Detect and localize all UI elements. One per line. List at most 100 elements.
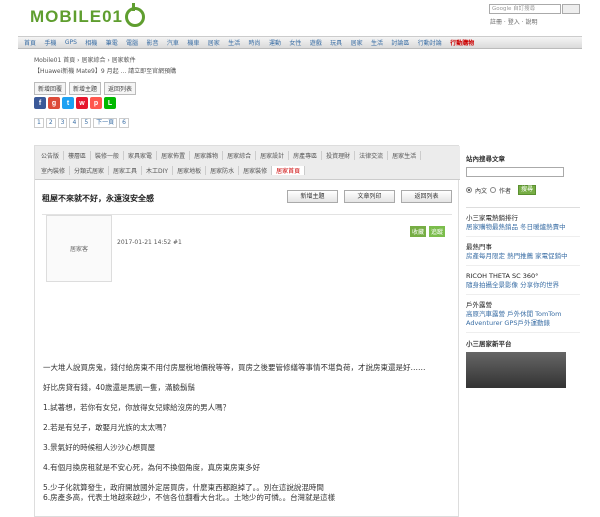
post-paragraph: 2.若是有兒子，敢娶月光族的太太嗎？ <box>43 423 171 432</box>
print-button[interactable]: 文章列印 <box>344 190 395 203</box>
forum-tab[interactable]: 木工DIY <box>142 166 174 175</box>
forum-tab[interactable]: 居家設計 <box>256 151 290 160</box>
promo-image[interactable] <box>466 352 566 388</box>
nav-item-hot[interactable]: 行動購物 <box>450 38 474 47</box>
post-paragraph: 一大堆人說買房鬼，錢付給房東不用付房屋稅地價稅等等，買房之後要管修繕等事情不堪負… <box>43 363 426 372</box>
plurk-icon[interactable]: p <box>90 97 102 109</box>
follow-tag[interactable]: 追蹤 <box>429 226 446 237</box>
new-topic-button[interactable]: 新增主題 <box>287 190 338 203</box>
share-row: f g t w p L <box>34 97 116 109</box>
post-paragraph: 好比房貸有錢，40歲還是馬凱一隻，滿臉鬍鬚 <box>43 383 196 392</box>
nav-item[interactable]: 運動 <box>269 38 281 47</box>
sidebar-search-input[interactable] <box>466 167 564 177</box>
forum-tab[interactable]: 法律交流 <box>355 151 389 160</box>
forum-tab[interactable]: 居家雜物 <box>190 151 224 160</box>
news-title: 小三家電熱銷排行 <box>466 214 518 222</box>
sidebar-search-title: 站內搜尋文章 <box>466 155 505 163</box>
nav-item[interactable]: 手機 <box>44 38 56 47</box>
page-button[interactable]: 2 <box>45 118 56 128</box>
nav-item[interactable]: 女性 <box>289 38 301 47</box>
news-list: 小三家電熱銷排行 居家購物最熱銷品 冬日暖爐熱賣中 最熱門事 房產每月限定 熱門… <box>466 207 580 333</box>
line-icon[interactable]: L <box>104 97 116 109</box>
page-button[interactable]: 4 <box>69 118 80 128</box>
nav-item[interactable]: 影音 <box>147 38 159 47</box>
page-button[interactable]: 1 <box>34 118 44 128</box>
forum-tab[interactable]: 投資理財 <box>322 151 356 160</box>
post-meta: 2017-01-21 14:52 #1 <box>117 239 182 246</box>
site-logo[interactable]: MOBILE01 <box>30 3 146 28</box>
avatar[interactable]: 居家客 <box>46 215 112 282</box>
thread-title: 租屋不來就不好，永遠沒安全感 <box>42 194 154 203</box>
forum-tab[interactable]: 居家首頁 <box>272 166 306 175</box>
radio-content[interactable] <box>466 187 472 193</box>
news-item[interactable]: 戶外露營 高原汽車露營 戶外休閒 TomTom Adventurer GPS戶外… <box>466 295 580 333</box>
forum-tab[interactable]: 樓層區 <box>64 151 92 160</box>
nav-item[interactable]: 遊戲 <box>310 38 322 47</box>
google-plus-icon[interactable]: g <box>48 97 60 109</box>
news-text: 房產每月限定 熱門推薦 家電促銷中 <box>466 252 568 260</box>
favorite-tag[interactable]: 收藏 <box>410 226 427 237</box>
back-list-button[interactable]: 返回列表 <box>104 82 137 95</box>
forum-tab[interactable]: 家具家電 <box>124 151 158 160</box>
radio-author[interactable] <box>490 187 497 193</box>
nav-item[interactable]: 相機 <box>85 38 97 47</box>
pager: 1 2 3 4 5 下一頁 6 <box>34 118 129 128</box>
news-text: 居家購物最熱銷品 冬日暖爐熱賣中 <box>466 223 566 231</box>
avatar-label: 居家客 <box>69 246 88 253</box>
forum-tabs-row-1: 公告版 樓層區 裝修一般 家具家電 居家佈置 居家雜物 居家綜合 居家設計 房產專區 投資理財 法律… <box>37 148 460 163</box>
nav-item[interactable]: 汽車 <box>167 38 179 47</box>
forum-tab[interactable]: 居家佈置 <box>157 151 191 160</box>
nav-item[interactable]: 首頁 <box>24 38 36 47</box>
nav-item[interactable]: 時尚 <box>249 38 261 47</box>
nav-item[interactable]: 居家 <box>351 38 363 47</box>
new-post-button[interactable]: 新增回覆 <box>34 82 67 95</box>
nav-item[interactable]: 生活 <box>228 38 240 47</box>
news-item[interactable]: 最熱門事 房產每月限定 熱門推薦 家電促銷中 <box>466 237 580 266</box>
post-body: 一大堆人說買房鬼，錢付給房東不用付房屋稅地價稅等等，買房之後要管修繕等事情不堪負… <box>43 363 448 503</box>
nav-item[interactable]: 行動討論 <box>418 38 442 47</box>
forum-tab[interactable]: 居家生活 <box>388 151 422 160</box>
forum-tab[interactable]: 居家工具 <box>109 166 143 175</box>
top-links[interactable]: 註冊 · 登入 · 說明 <box>490 17 537 26</box>
nav-item[interactable]: 生活 <box>371 38 383 47</box>
post-paragraph: 5.少子化就算發生，政府開放國外定居買房，什麼東西都跑掉了。。別在這說說混時間 <box>43 483 324 492</box>
nav-item[interactable]: 玩具 <box>330 38 342 47</box>
post-paragraph: 6.房產多高，代表土地越來越少，不信各位翻看大台北。。土地少的可憐。。台灣就是這… <box>43 493 336 502</box>
nav-item[interactable]: 機車 <box>187 38 199 47</box>
forum-tab[interactable]: 居家防水 <box>206 166 240 175</box>
radio-content-label: 內文 <box>475 187 488 195</box>
forum-tab[interactable]: 室內裝修 <box>37 166 71 175</box>
page-button[interactable]: 5 <box>81 118 92 128</box>
forum-tab[interactable]: 居家裝修 <box>239 166 273 175</box>
nav-item[interactable]: 居家 <box>208 38 220 47</box>
site-search-button[interactable] <box>562 4 580 14</box>
sidebar-search-button[interactable]: 搜尋 <box>518 185 537 195</box>
sidebar: 站內搜尋文章 內文 作者 搜尋 小三家電熱銷排行 居家購物最熱銷品 冬日暖爐熱賣… <box>466 145 580 517</box>
breadcrumb[interactable]: Mobile01 首頁 › 居家綜合 › 居家軟件 <box>34 55 136 64</box>
news-text: 隨身拍攝全景影像 分享你的世界 <box>466 281 560 289</box>
site-search-input[interactable]: Google 自訂搜尋 <box>489 4 561 14</box>
facebook-icon[interactable]: f <box>34 97 46 109</box>
news-item[interactable]: RICOH THETA SC 360° 隨身拍攝全景影像 分享你的世界 <box>466 266 580 295</box>
reply-button[interactable]: 新增主題 <box>69 82 102 95</box>
alert-banner[interactable]: 【Huawei新機 Mate9】9 月起 ... 請立即至官網預購 <box>34 66 176 75</box>
forum-tab[interactable]: 分類式居家 <box>70 166 110 175</box>
nav-item[interactable]: 筆電 <box>106 38 118 47</box>
weibo-icon[interactable]: w <box>76 97 88 109</box>
last-page-button[interactable]: 6 <box>119 118 129 128</box>
nav-item[interactable]: GPS <box>65 39 77 46</box>
news-item[interactable]: 小三家電熱銷排行 居家購物最熱銷品 冬日暖爐熱賣中 <box>466 208 580 237</box>
page-button[interactable]: 3 <box>57 118 68 128</box>
forum-tab[interactable]: 公告版 <box>37 151 65 160</box>
twitter-icon[interactable]: t <box>62 97 74 109</box>
nav-item[interactable]: 討論區 <box>391 38 409 47</box>
post-paragraph: 1.試著想，若你有女兒，你放得女兒嫁給沒房的男人嗎？ <box>43 403 231 412</box>
forum-tab[interactable]: 裝修一般 <box>91 151 125 160</box>
post: 居家客 2017-01-21 14:52 #1 收藏 追蹤 一大堆人說買房鬼，錢… <box>42 214 452 514</box>
forum-tab[interactable]: 居家綜合 <box>223 151 257 160</box>
return-list-button[interactable]: 返回列表 <box>401 190 452 203</box>
next-page-button[interactable]: 下一頁 <box>93 118 118 128</box>
forum-tab[interactable]: 居家地板 <box>173 166 207 175</box>
forum-tab[interactable]: 房產專區 <box>289 151 323 160</box>
nav-item[interactable]: 電腦 <box>126 38 138 47</box>
